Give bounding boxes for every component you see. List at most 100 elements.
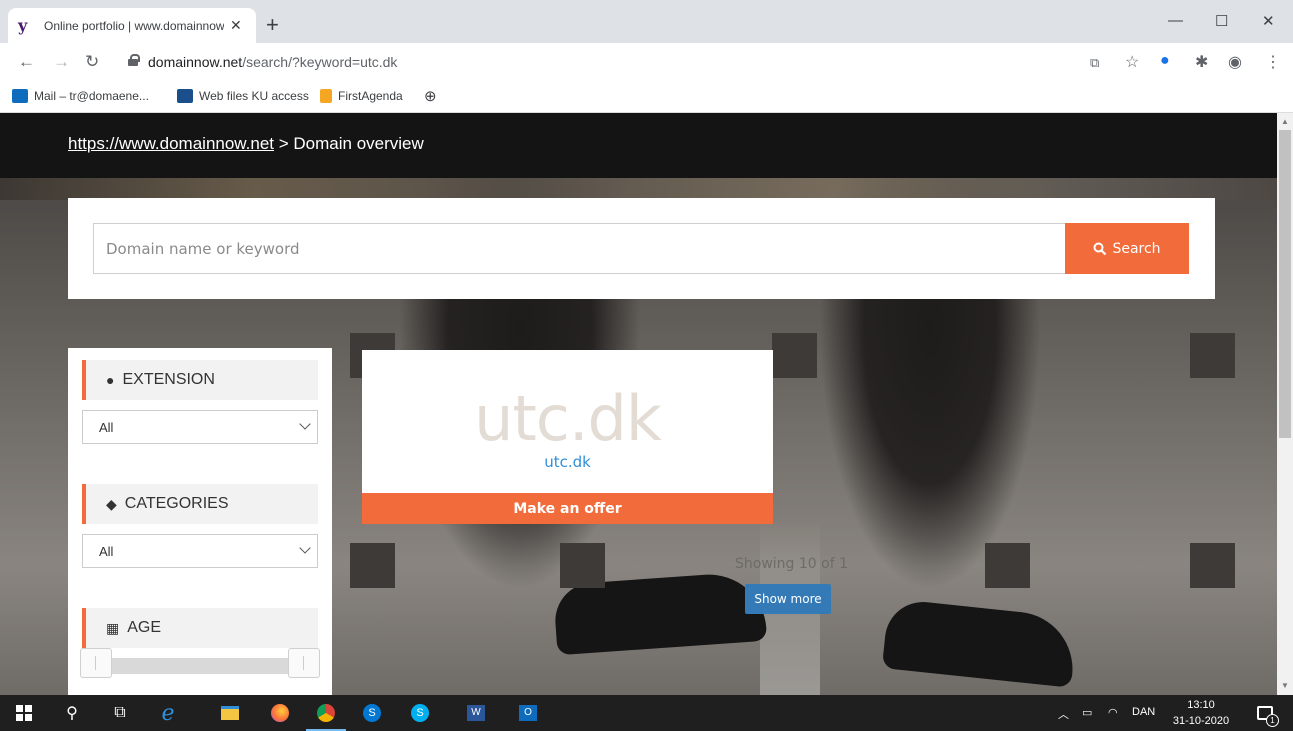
battery-icon[interactable]: ▭ <box>1082 706 1092 719</box>
categories-select-value: All <box>99 543 114 559</box>
page-scrollbar[interactable]: ▲ ▼ <box>1277 113 1293 695</box>
profile-icon[interactable]: ◉ <box>1228 52 1242 72</box>
outlook-icon[interactable]: O <box>504 695 552 731</box>
bookmark-label: Web files KU access <box>199 89 309 103</box>
bookmark-mail[interactable]: Mail – tr@domaene... <box>12 89 149 103</box>
skype-icon[interactable]: S <box>396 695 444 731</box>
word-icon[interactable]: W <box>452 695 500 731</box>
categories-select[interactable]: All <box>82 534 318 568</box>
extensions-puzzle-icon[interactable]: ✱ <box>1195 52 1208 72</box>
search-input[interactable] <box>93 223 1065 274</box>
bookmarks-bar: Mail – tr@domaene... Web files KU access… <box>0 81 1293 113</box>
bookmark-label: Mail – tr@domaene... <box>34 89 149 103</box>
decor-square <box>772 333 817 378</box>
reload-icon[interactable]: ↻ <box>85 52 99 72</box>
skype-business-icon[interactable]: S <box>348 695 396 731</box>
extension-filter-label: EXTENSION <box>122 371 215 388</box>
bookmark-star-icon[interactable]: ☆ <box>1125 52 1139 72</box>
windows-taskbar: ⚲ ⧉ e S S W O ︿ ▭ ◠ DAN 13:10 31-10-2020… <box>0 695 1293 731</box>
decor-square <box>1190 543 1235 588</box>
maximize-icon[interactable]: ☐ <box>1215 12 1228 30</box>
url-path: /search/?keyword=utc.dk <box>242 54 398 70</box>
lock-icon[interactable] <box>128 54 140 66</box>
search-icon <box>1093 242 1107 255</box>
domain-card: utc.dk utc.dk Make an offer <box>362 350 773 524</box>
address-bar[interactable]: domainnow.net/search/?keyword=utc.dk <box>148 54 397 70</box>
site-header: https://www.domainnow.net > Domain overv… <box>0 113 1277 178</box>
translate-icon[interactable]: ⧉ <box>1090 55 1099 71</box>
browser-tab[interactable]: y Online portfolio | www.domainnow.net ✕ <box>8 8 256 43</box>
outlook-icon <box>12 89 28 103</box>
hero-street-strip <box>0 178 1277 200</box>
decor-square <box>1190 333 1235 378</box>
extension-select[interactable]: All <box>82 410 318 444</box>
show-hidden-icons-icon[interactable]: ︿ <box>1058 706 1069 722</box>
categories-filter-label: CATEGORIES <box>124 495 229 512</box>
back-icon[interactable]: ← <box>18 52 35 72</box>
forward-icon[interactable]: → <box>53 52 70 72</box>
web-page: https://www.domainnow.net > Domain overv… <box>0 113 1277 695</box>
globe-icon: ⊕ <box>424 88 437 105</box>
age-filter-heading: ▦ AGE <box>82 608 318 648</box>
decor-square <box>350 543 395 588</box>
calendar-icon: ▦ <box>106 619 120 636</box>
extension-select-value: All <box>99 419 114 435</box>
bookmark-label: FirstAgenda <box>338 89 403 103</box>
scroll-down-icon[interactable]: ▼ <box>1281 681 1289 690</box>
domain-link[interactable]: utc.dk <box>362 453 773 471</box>
browser-toolbar: ← → ↻ domainnow.net/search/?keyword=utc.… <box>0 43 1293 81</box>
firefox-icon[interactable] <box>256 695 304 731</box>
scroll-thumb[interactable] <box>1279 130 1291 438</box>
language-indicator[interactable]: DAN <box>1132 706 1155 718</box>
notification-count: 1 <box>1266 714 1279 727</box>
start-windows-icon[interactable] <box>0 695 48 731</box>
age-slider-min-handle[interactable] <box>80 648 112 678</box>
show-more-button[interactable]: Show more <box>745 584 831 614</box>
task-view-icon[interactable]: ⧉ <box>96 695 144 731</box>
age-slider-track[interactable] <box>82 658 318 674</box>
circle-icon: ● <box>106 372 115 388</box>
age-slider-max-handle[interactable] <box>288 648 320 678</box>
search-button-label: Search <box>1112 240 1161 257</box>
domain-logo: utc.dk <box>474 382 662 455</box>
decor-square <box>985 543 1030 588</box>
chevron-down-icon <box>299 542 311 554</box>
breadcrumb-home-link[interactable]: https://www.domainnow.net <box>68 134 274 153</box>
chrome-icon[interactable] <box>302 695 350 731</box>
scroll-up-icon[interactable]: ▲ <box>1281 117 1289 126</box>
results-count: Showing 10 of 1 <box>735 556 848 572</box>
filter-sidebar: ● EXTENSION All ◆ CATEGORIES All ▦ AGE <box>68 348 332 695</box>
ku-icon <box>177 89 193 103</box>
extension-o-icon[interactable]: ● <box>1160 52 1170 70</box>
firstagenda-icon <box>320 89 332 103</box>
extension-filter-heading: ● EXTENSION <box>82 360 318 400</box>
new-tab-button[interactable]: + <box>266 14 279 36</box>
search-button[interactable]: Search <box>1065 223 1189 274</box>
file-explorer-icon[interactable] <box>206 695 254 731</box>
breadcrumb-current: Domain overview <box>293 134 424 153</box>
browser-tab-strip: y Online portfolio | www.domainnow.net ✕… <box>0 0 1293 43</box>
site-favicon-icon: y <box>18 15 28 35</box>
clock[interactable]: 13:10 31-10-2020 <box>1166 697 1236 729</box>
search-panel: Search <box>68 198 1215 299</box>
make-offer-button[interactable]: Make an offer <box>362 493 773 524</box>
right-shoe <box>881 598 1079 688</box>
chevron-down-icon <box>299 418 311 430</box>
wifi-icon[interactable]: ◠ <box>1108 706 1118 719</box>
search-icon[interactable]: ⚲ <box>48 695 96 731</box>
bookmark-globe[interactable]: ⊕ <box>424 87 437 105</box>
breadcrumb: https://www.domainnow.net > Domain overv… <box>68 134 424 154</box>
bookmark-web-files[interactable]: Web files KU access <box>177 89 309 103</box>
menu-icon[interactable]: ⋮ <box>1265 52 1281 72</box>
minimize-icon[interactable]: — <box>1168 12 1183 29</box>
tags-icon: ◆ <box>106 495 117 512</box>
age-filter-label: AGE <box>127 619 162 636</box>
notifications-icon[interactable]: 1 <box>1245 695 1285 731</box>
tab-title: Online portfolio | www.domainnow.net <box>44 18 224 33</box>
bookmark-firstagenda[interactable]: FirstAgenda <box>320 89 403 103</box>
categories-filter-heading: ◆ CATEGORIES <box>82 484 318 524</box>
internet-explorer-icon[interactable]: e <box>144 695 192 731</box>
decor-square <box>560 543 605 588</box>
close-tab-icon[interactable]: ✕ <box>230 17 242 34</box>
close-window-icon[interactable]: ✕ <box>1262 12 1275 30</box>
